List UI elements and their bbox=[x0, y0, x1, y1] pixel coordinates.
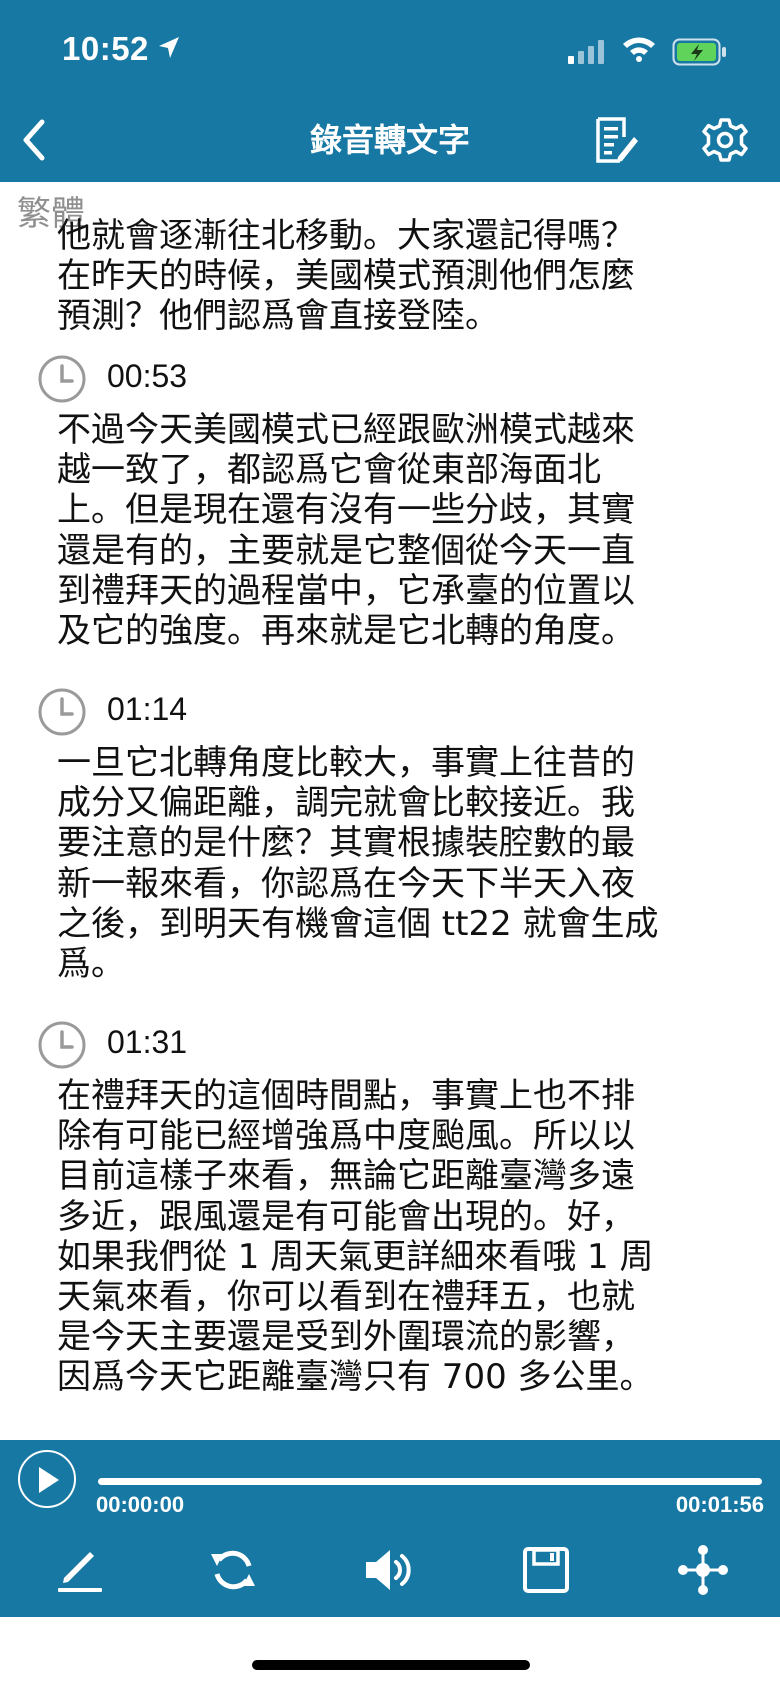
status-time: 10:52 bbox=[62, 30, 149, 67]
transcript-line: 還是有的，主要就是它整個從今天一直 bbox=[57, 530, 635, 571]
transcript-line: 及它的強度。再來就是它北轉的角度。 bbox=[57, 611, 635, 652]
transcript-line: 天氣來看，你可以看到在禮拜五，也就 bbox=[57, 1277, 635, 1318]
page-title: 錄音轉文字 bbox=[309, 121, 470, 159]
settings-gear-icon[interactable] bbox=[700, 114, 750, 166]
clock-icon bbox=[38, 1021, 86, 1069]
transcript-line: 在禮拜天的這個時間點，事實上也不排 bbox=[57, 1076, 635, 1116]
repeat-button[interactable] bbox=[203, 1542, 263, 1598]
audio-player: 00:00:00 00:01:56 bbox=[0, 1440, 780, 1617]
transcript-line: 多近，跟風還是有可能會出現的。好， bbox=[57, 1196, 635, 1237]
total-time: 00:01:56 bbox=[675, 1492, 764, 1517]
transcript-line: 一旦它北轉角度比較大，事實上往昔的 bbox=[57, 743, 635, 783]
transcript-line: 除有可能已經增強爲中度颱風。所以以 bbox=[57, 1116, 635, 1157]
timestamp-label: 00:53 bbox=[107, 358, 188, 394]
edit-button[interactable] bbox=[50, 1542, 110, 1598]
transcript-paragraph: 不過今天美國模式已經跟歐洲模式越來 越一致了，都認爲它會從東部海面北 上。但是現… bbox=[57, 410, 657, 651]
save-icon bbox=[523, 1547, 569, 1593]
home-indicator bbox=[252, 1660, 530, 1670]
transcript-line: 之後，到明天有機會這個 tt22 就會生成 bbox=[57, 903, 659, 944]
transcript-line: 因爲今天它距離臺灣只有 700 多公里。 bbox=[57, 1357, 654, 1398]
save-button[interactable] bbox=[516, 1542, 576, 1598]
play-button[interactable] bbox=[18, 1450, 76, 1508]
transcript-line: 越一致了，都認爲它會從東部海面北 bbox=[57, 450, 601, 491]
cellular-signal-icon bbox=[568, 40, 604, 64]
clock-icon bbox=[38, 688, 86, 736]
transcript-view[interactable]: 繁體 他就會逐漸往北移動。大家還記得嗎？ 在昨天的時候，美國模式預測他們怎麼 預… bbox=[0, 182, 780, 1440]
transcript-line: 目前這樣子來看，無論它距離臺灣多遠 bbox=[57, 1156, 635, 1197]
notes-edit-icon[interactable] bbox=[590, 115, 640, 165]
clock-icon bbox=[38, 355, 86, 403]
transcript-line: 如果我們從 1 周天氣更詳細來看哦 1 周 bbox=[57, 1236, 654, 1277]
transcript-paragraph: 在禮拜天的這個時間點，事實上也不排 除有可能已經增強爲中度颱風。所以以 目前這樣… bbox=[57, 1076, 657, 1398]
transcript-paragraph: 他就會逐漸往北移動。大家還記得嗎？ 在昨天的時候，美國模式預測他們怎麼 預測？他… bbox=[57, 216, 657, 337]
transcript-line: 上。但是現在還有沒有一些分歧，其實 bbox=[57, 490, 635, 531]
wifi-icon bbox=[623, 37, 655, 62]
share-button[interactable] bbox=[673, 1542, 733, 1598]
transcript-line: 要注意的是什麼？其實根據裝腔數的最 bbox=[57, 823, 635, 864]
transcript-line: 預測？他們認爲會直接登陸。 bbox=[57, 296, 499, 337]
play-icon bbox=[39, 1467, 59, 1493]
timestamp-label: 01:14 bbox=[107, 691, 188, 727]
transcript-line: 在昨天的時候，美國模式預測他們怎麼 bbox=[57, 256, 635, 297]
transcript-line: 他就會逐漸往北移動。大家還記得嗎？ bbox=[57, 216, 635, 256]
app-header: 10:52 錄音轉文字 bbox=[0, 0, 780, 182]
location-arrow-icon bbox=[159, 37, 179, 58]
transcript-line: 不過今天美國模式已經跟歐洲模式越來 bbox=[57, 410, 635, 450]
transcript-line: 到禮拜天的過程當中，它承臺的位置以 bbox=[57, 570, 635, 611]
transcript-line: 新一報來看，你認爲在今天下半天入夜 bbox=[57, 863, 635, 904]
transcript-paragraph: 一旦它北轉角度比較大，事實上往昔的 成分又偏距離，調完就會比較接近。我 要注意的… bbox=[57, 743, 659, 985]
current-time: 00:00:00 bbox=[96, 1492, 185, 1517]
timestamp-label: 01:31 bbox=[107, 1024, 188, 1060]
playback-progress-slider[interactable] bbox=[98, 1478, 762, 1485]
transcript-line: 成分又偏距離，調完就會比較接近。我 bbox=[57, 783, 635, 824]
edit-icon bbox=[58, 1552, 102, 1592]
battery-charging-icon bbox=[672, 38, 726, 66]
volume-button[interactable] bbox=[360, 1542, 420, 1598]
transcript-line: 是今天主要還是受到外圍環流的影響， bbox=[57, 1317, 635, 1358]
volume-icon bbox=[366, 1550, 411, 1590]
share-icon bbox=[678, 1545, 728, 1595]
transcript-line: 爲。 bbox=[57, 944, 125, 985]
repeat-icon bbox=[211, 1550, 255, 1590]
